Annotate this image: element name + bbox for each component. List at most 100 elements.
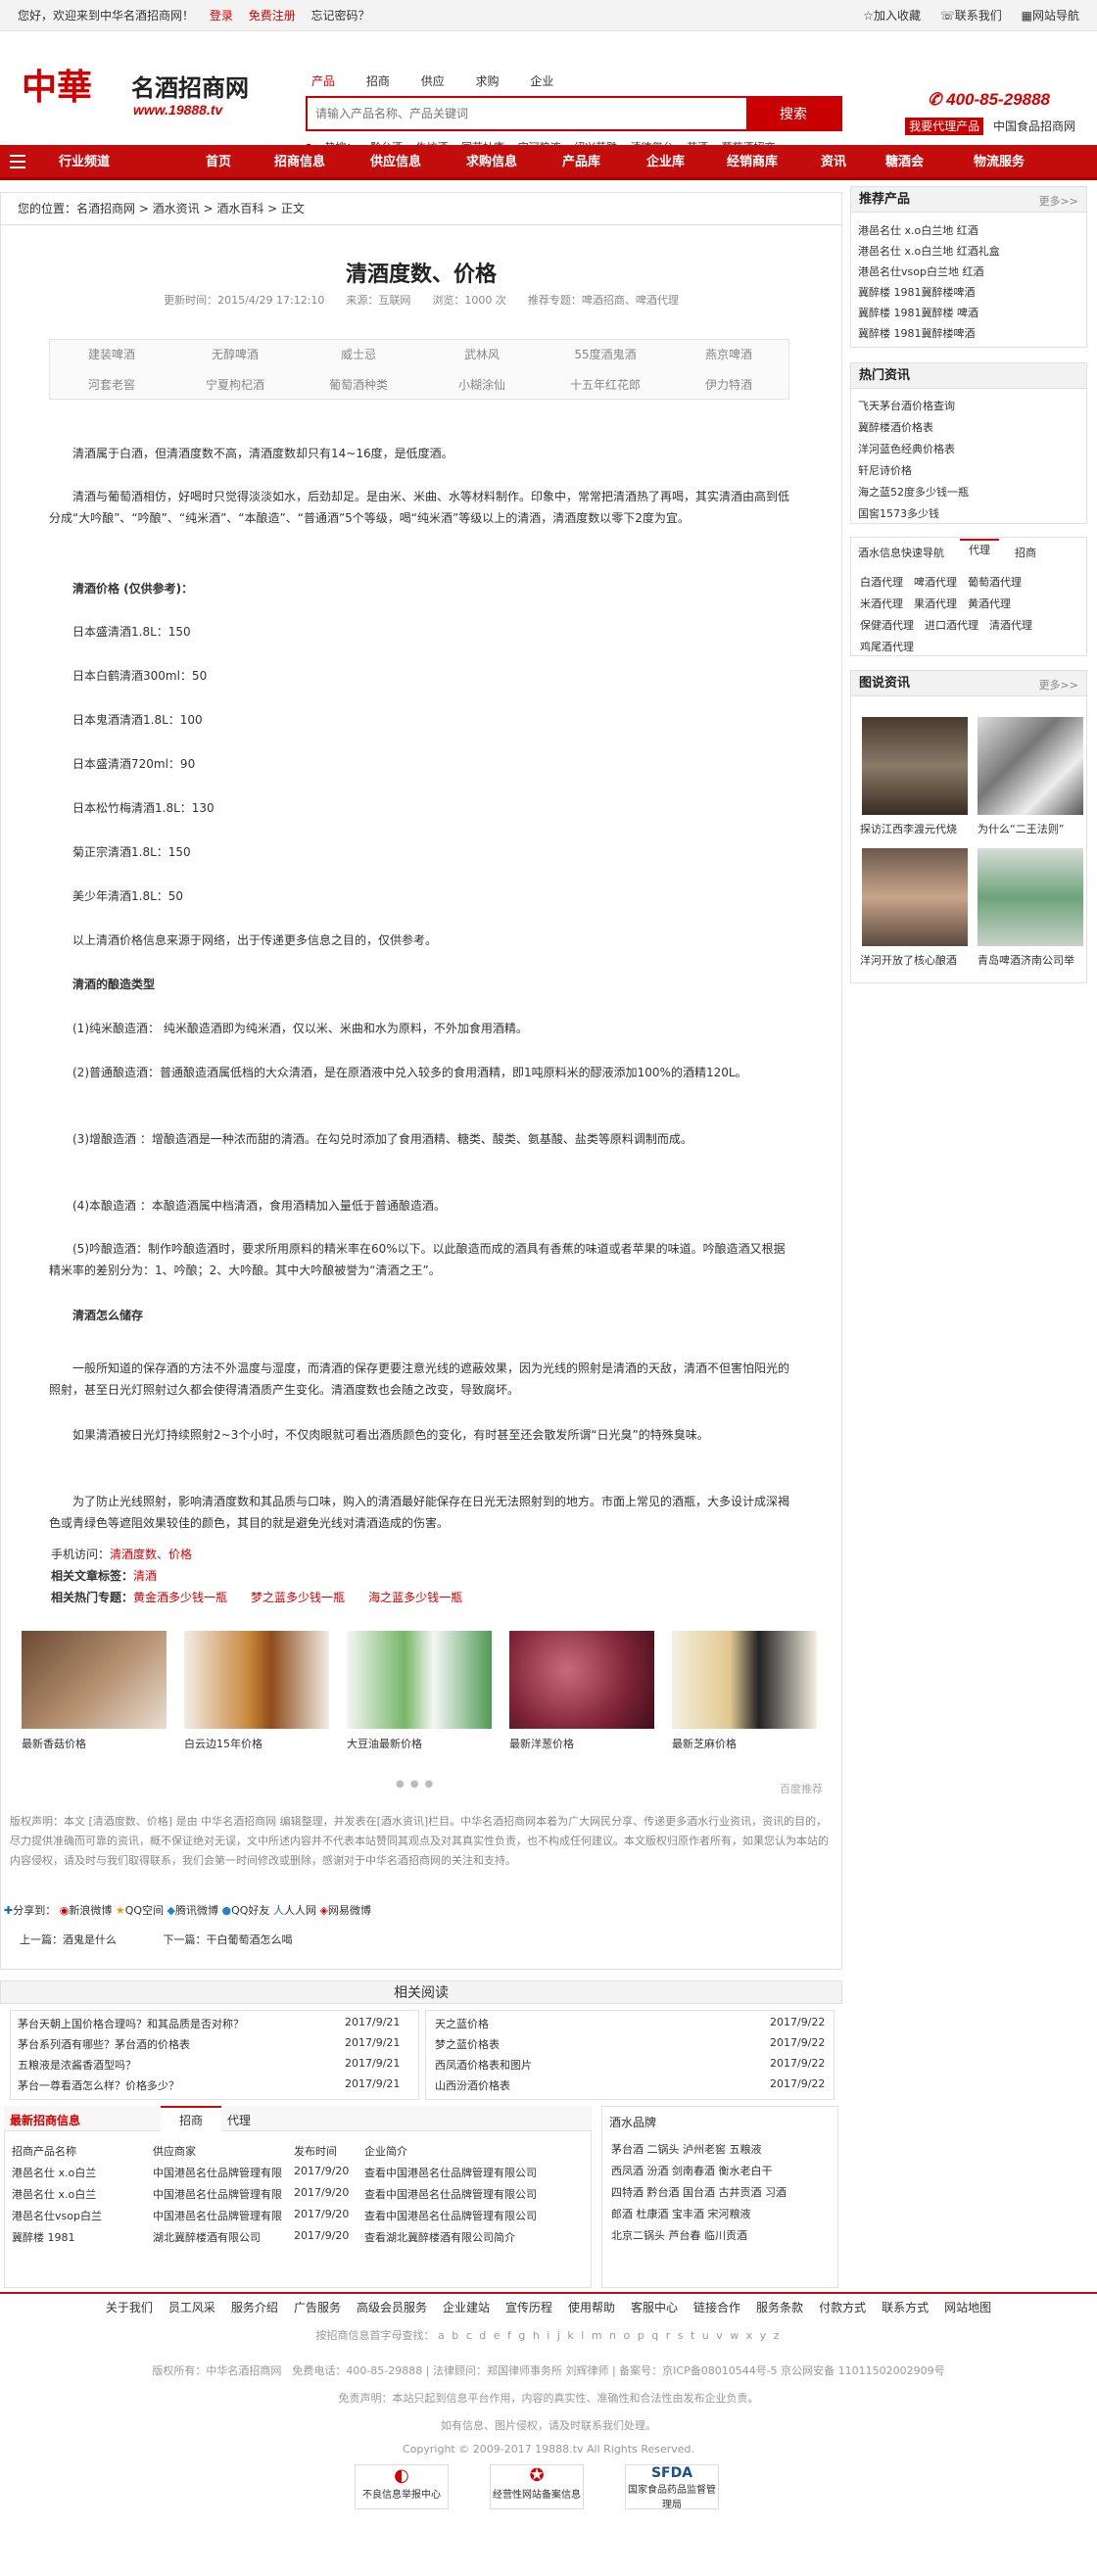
tag-link[interactable]: 伊力特酒: [667, 370, 790, 400]
related-link[interactable]: 天之蓝价格: [435, 2016, 489, 2031]
nav-item[interactable]: 行业频道: [59, 145, 110, 180]
list-item[interactable]: 飞天茅台酒价格查询: [858, 396, 969, 417]
nav-item[interactable]: 求购信息: [466, 145, 517, 180]
contact-link[interactable]: 联系我们: [955, 9, 1002, 23]
brand-link[interactable]: 西凤酒: [611, 2165, 644, 2177]
related-link[interactable]: 五粮液是浓酱香酒型吗？: [18, 2057, 136, 2073]
search-tab[interactable]: 求购: [476, 74, 500, 88]
list-item[interactable]: 冀醉楼 1981冀醉楼 啤酒: [858, 303, 1000, 323]
table-cell[interactable]: 中国港邑名仕品牌管理有限: [153, 2186, 282, 2202]
badge-sfda[interactable]: SFDA 国家食品药品监督管理局: [625, 2464, 719, 2510]
footer-link[interactable]: 服务介绍: [231, 2301, 278, 2314]
footer-link[interactable]: 企业建站: [443, 2301, 490, 2314]
nav-item[interactable]: 供应信息: [370, 145, 421, 180]
agent-button[interactable]: 我要代理产品: [905, 118, 984, 135]
article-tag-link[interactable]: 清酒: [133, 1569, 157, 1583]
list-item[interactable]: 冀醉楼 1981冀醉楼啤酒: [858, 323, 1000, 344]
news-photo[interactable]: [862, 717, 968, 815]
footer-link[interactable]: 使用帮助: [568, 2301, 615, 2314]
footer-link[interactable]: 广告服务: [294, 2301, 341, 2314]
list-item[interactable]: 国窖1573多少钱: [858, 503, 969, 525]
nav-link[interactable]: 进口酒代理: [925, 619, 978, 632]
topic-link[interactable]: 梦之蓝多少钱一瓶: [251, 1591, 345, 1604]
mushroom-thumb[interactable]: [22, 1631, 167, 1729]
footer-link[interactable]: 网站地图: [944, 2301, 991, 2314]
tab-invest[interactable]: 招商: [1015, 545, 1036, 560]
baidu-recommend[interactable]: 百度推荐: [780, 1781, 823, 1796]
table-cell[interactable]: 港邑名仕 x.o白兰: [12, 2186, 96, 2202]
table-cell[interactable]: 中国港邑名仕品牌管理有限: [153, 2165, 282, 2180]
letter-links[interactable]: a b c d e f g h i j k l m n o p q r s t …: [438, 2329, 782, 2342]
share-qq[interactable]: QQ好友: [231, 1904, 269, 1917]
brand-link[interactable]: 五粮液: [730, 2143, 762, 2156]
footer-link[interactable]: 服务条款: [756, 2301, 803, 2314]
nav-link[interactable]: 黄酒代理: [968, 597, 1011, 610]
nav-item[interactable]: 糖酒会: [885, 145, 924, 180]
tab-zhaoshang[interactable]: 招商: [161, 2106, 221, 2131]
tag-link[interactable]: 小糊涂仙: [420, 370, 544, 400]
brand-link[interactable]: 四特酒: [611, 2186, 644, 2199]
forgot-password-link[interactable]: 忘记密码？: [311, 9, 370, 23]
liquor-thumb[interactable]: [184, 1631, 329, 1729]
search-tab[interactable]: 企业: [530, 74, 553, 88]
photo-caption[interactable]: 青岛啤酒济南公司举: [978, 952, 1074, 968]
prev-link[interactable]: 酒鬼是什么: [63, 1933, 117, 1946]
brand-link[interactable]: 黔台酒: [647, 2186, 680, 2199]
brand-link[interactable]: 衡水老白干: [719, 2165, 773, 2177]
tag-link[interactable]: 建装啤酒: [50, 340, 173, 369]
more-link[interactable]: 更多>>: [1039, 193, 1078, 209]
soy-oil-thumb[interactable]: [347, 1631, 492, 1729]
onion-thumb[interactable]: [509, 1631, 654, 1729]
table-cell[interactable]: 港邑名仕 x.o白兰: [12, 2165, 96, 2180]
sitemap-link[interactable]: 网站导航: [1032, 9, 1079, 23]
nav-link[interactable]: 米酒代理: [860, 597, 903, 610]
photo-caption[interactable]: 洋河开放了核心酿酒: [860, 952, 957, 968]
nav-link[interactable]: 清酒代理: [989, 619, 1032, 632]
brand-link[interactable]: 习酒: [765, 2186, 787, 2199]
table-cell[interactable]: 查看湖北冀醉楼酒有限公司简介: [364, 2229, 515, 2245]
menu-icon[interactable]: [10, 155, 25, 168]
footer-link[interactable]: 联系方式: [882, 2301, 929, 2314]
table-cell[interactable]: 中国港邑名仕品牌管理有限: [153, 2208, 282, 2223]
tab-agent[interactable]: 代理: [960, 539, 999, 560]
list-item[interactable]: 港邑名仕 x.o白兰地 红酒: [858, 220, 1000, 241]
brand-link[interactable]: 郎酒: [611, 2208, 633, 2220]
footer-link[interactable]: 宣传历程: [505, 2301, 552, 2314]
photo-caption[interactable]: 探访江西李渡元代烧: [860, 821, 957, 836]
table-cell[interactable]: 港邑名仕vsop白兰: [12, 2208, 102, 2223]
topic-link[interactable]: 海之蓝多少钱一瓶: [368, 1591, 462, 1604]
brand-link[interactable]: 国台酒: [683, 2186, 715, 2199]
search-tab[interactable]: 产品: [311, 74, 335, 88]
tag-link[interactable]: 55度酒鬼酒: [544, 340, 667, 369]
brand-link[interactable]: 北京二锅头: [611, 2229, 665, 2242]
tag-link[interactable]: 葡萄酒种类: [297, 370, 420, 400]
food-site-link[interactable]: 中国食品招商网: [993, 119, 1075, 133]
badge-record[interactable]: ✪ 经营性网站备案信息: [490, 2464, 584, 2509]
login-link[interactable]: 登录: [210, 9, 233, 23]
tag-link[interactable]: 燕京啤酒: [667, 340, 790, 369]
footer-link[interactable]: 链接合作: [693, 2301, 740, 2314]
brand-link[interactable]: 杜康酒: [637, 2208, 669, 2220]
nav-link[interactable]: 保健酒代理: [860, 619, 914, 632]
tag-link[interactable]: 十五年红花郎: [544, 370, 667, 400]
nav-link[interactable]: 果酒代理: [914, 597, 957, 610]
brand-link[interactable]: 汾酒: [647, 2165, 669, 2177]
register-link[interactable]: 免费注册: [249, 9, 296, 23]
list-item[interactable]: 轩尼诗价格: [858, 460, 969, 482]
related-link[interactable]: 茅台一尊看酒怎么样？价格多少？: [18, 2077, 179, 2093]
footer-link[interactable]: 关于我们: [106, 2301, 153, 2314]
nav-link[interactable]: 鸡尾酒代理: [860, 641, 914, 653]
share-netease[interactable]: 网易微博: [328, 1904, 371, 1917]
brand-link[interactable]: 泸州老窖: [683, 2143, 726, 2156]
share-renren[interactable]: 人人网: [284, 1904, 316, 1917]
table-cell[interactable]: 查看中国港邑名仕品牌管理有限公司: [364, 2208, 537, 2223]
carousel-dots[interactable]: ●●●: [396, 1779, 439, 1789]
share-tencent[interactable]: 腾讯微博: [175, 1904, 218, 1917]
list-item[interactable]: 港邑名仕 x.o白兰地 红酒礼盒: [858, 241, 1000, 262]
brand-link[interactable]: 宋河粮液: [708, 2208, 751, 2220]
table-cell[interactable]: 查看中国港邑名仕品牌管理有限公司: [364, 2186, 537, 2202]
search-input[interactable]: [308, 98, 748, 129]
footer-link[interactable]: 员工风采: [168, 2301, 215, 2314]
list-item[interactable]: 洋河蓝色经典价格表: [858, 439, 969, 460]
site-logo[interactable]: 中華 名酒招商网 www.19888.tv: [18, 55, 292, 123]
